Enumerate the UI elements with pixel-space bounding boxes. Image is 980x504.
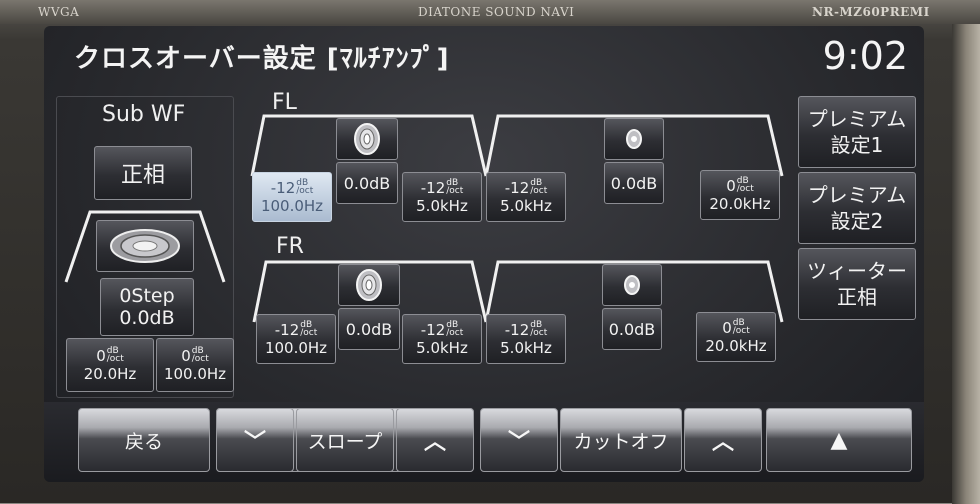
fl-woofer-hpf-unit-oct: /oct (296, 186, 314, 196)
fl-woofer-hpf-slope: -12 (270, 179, 296, 197)
premium1-line2: 設定1 (830, 133, 884, 157)
fl-woofer-hpf-button[interactable]: -12dB/oct 100.0Hz (252, 172, 332, 222)
fr-tweeter-lpf-button[interactable]: 0dB/oct 20.0kHz (696, 312, 776, 362)
fr-woofer-hpf-freq: 100.0Hz (264, 339, 328, 357)
fr-woofer-lpf-unit-oct: /oct (446, 328, 464, 338)
fr-tweeter-hpf-button[interactable]: -12dB/oct 5.0kHz (486, 314, 566, 364)
fl-woofer-lpf-unit-oct: /oct (446, 186, 464, 196)
fr-tweeter-lpf-unit-oct: /oct (732, 326, 750, 336)
subwoofer-icon (110, 229, 180, 263)
fl-woofer-lpf-slope: -12 (420, 179, 446, 197)
subwf-lpf-freq: 100.0Hz (163, 365, 227, 383)
fr-tweeter-hpf-unit-oct: /oct (530, 328, 548, 338)
fl-woofer-lpf-button[interactable]: -12dB/oct 5.0kHz (402, 172, 482, 222)
fl-tweeter-speaker-button[interactable] (604, 118, 664, 160)
back-button[interactable]: 戻る (78, 408, 210, 472)
tweeter-speaker-icon (626, 129, 642, 149)
chevron-up-icon: ︿ (711, 430, 734, 455)
tweeter-phase-line2: 正相 (837, 285, 877, 309)
tweeter-phase-button[interactable]: ツィーター 正相 (798, 248, 916, 320)
fr-woofer-lpf-freq: 5.0kHz (416, 339, 468, 357)
slope-up-button[interactable]: ︿ (396, 408, 474, 472)
subwf-level-db: 0.0dB (119, 307, 175, 329)
subwf-level-step: 0Step (119, 285, 175, 307)
fr-woofer-speaker-button[interactable] (338, 264, 400, 306)
tweeter-speaker-icon (624, 275, 640, 295)
triangle-up-icon: ▲ (830, 427, 848, 453)
subwf-level-button[interactable]: 0Step 0.0dB (100, 278, 194, 336)
subwf-lpf-unit-oct: /oct (191, 354, 209, 364)
fl-tweeter-hpf-unit-oct: /oct (530, 186, 548, 196)
premium2-line1: プレミアム (807, 183, 907, 207)
slope-label: スロープ (296, 408, 394, 472)
fr-woofer-gain-button[interactable]: 0.0dB (338, 308, 400, 350)
bezel-right-edge (952, 24, 980, 504)
woofer-speaker-icon (356, 269, 382, 301)
subwf-title: Sub WF (102, 102, 186, 127)
fr-tweeter-gain-button[interactable]: 0.0dB (602, 308, 662, 350)
subwf-hpf-button[interactable]: 0dB/oct 20.0Hz (66, 338, 154, 392)
subwf-hpf-slope: 0 (96, 347, 106, 365)
fl-tweeter-lpf-button[interactable]: 0dB/oct 20.0kHz (700, 170, 780, 220)
subwf-hpf-freq: 20.0Hz (83, 365, 137, 383)
cutoff-up-button[interactable]: ︿ (684, 408, 762, 472)
crossover-screen: クロスオーバー設定 [ﾏﾙﾁｱﾝﾌﾟ] 9:02 Sub WF 正相 0Step… (44, 26, 924, 482)
page-title: クロスオーバー設定 [ﾏﾙﾁｱﾝﾌﾟ] (74, 44, 450, 74)
cutoff-down-button[interactable]: ﹀ (480, 408, 558, 472)
slope-down-button[interactable]: ﹀ (216, 408, 294, 472)
fl-woofer-speaker-button[interactable] (336, 118, 398, 160)
tweeter-phase-line1: ツィーター (807, 259, 907, 283)
woofer-speaker-icon (354, 123, 380, 155)
fr-tweeter-lpf-freq: 20.0kHz (705, 337, 767, 355)
fr-tweeter-hpf-slope: -12 (504, 321, 530, 339)
fr-tweeter-speaker-button[interactable] (602, 264, 662, 306)
fr-tweeter-hpf-freq: 5.0kHz (500, 339, 552, 357)
fl-woofer-hpf-freq: 100.0Hz (260, 197, 324, 215)
premium-setting-1-button[interactable]: プレミアム 設定1 (798, 96, 916, 168)
fl-tweeter-lpf-freq: 20.0kHz (709, 195, 771, 213)
fr-woofer-hpf-slope: -12 (274, 321, 300, 339)
premium-setting-2-button[interactable]: プレミアム 設定2 (798, 172, 916, 244)
fl-tweeter-hpf-freq: 5.0kHz (500, 197, 552, 215)
subwf-lpf-slope: 0 (181, 347, 191, 365)
bezel-model-label: NR-MZ60PREMI (812, 5, 930, 19)
chevron-down-icon: ﹀ (507, 430, 530, 455)
fl-tweeter-lpf-slope: 0 (726, 177, 736, 195)
chevron-down-icon: ﹀ (243, 430, 266, 455)
chevron-up-icon: ︿ (423, 430, 446, 455)
fl-woofer-gain-button[interactable]: 0.0dB (336, 162, 398, 204)
fr-woofer-hpf-unit-oct: /oct (300, 328, 318, 338)
fr-tweeter-lpf-slope: 0 (722, 319, 732, 337)
subwf-hpf-unit-oct: /oct (106, 354, 124, 364)
scroll-up-button[interactable]: ▲ (766, 408, 912, 472)
fl-tweeter-lpf-unit-oct: /oct (736, 184, 754, 194)
fr-woofer-lpf-slope: -12 (420, 321, 446, 339)
fl-tweeter-hpf-slope: -12 (504, 179, 530, 197)
clock: 9:02 (822, 34, 908, 78)
fl-tweeter-gain-button[interactable]: 0.0dB (604, 162, 664, 204)
fr-woofer-lpf-button[interactable]: -12dB/oct 5.0kHz (402, 314, 482, 364)
bezel-brand-label: DIATONE SOUND NAVI (418, 5, 575, 19)
subwf-speaker-button[interactable] (96, 220, 194, 272)
fr-woofer-hpf-button[interactable]: -12dB/oct 100.0Hz (256, 314, 336, 364)
fl-tweeter-hpf-button[interactable]: -12dB/oct 5.0kHz (486, 172, 566, 222)
fl-woofer-lpf-freq: 5.0kHz (416, 197, 468, 215)
subwf-lpf-button[interactable]: 0dB/oct 100.0Hz (156, 338, 234, 392)
premium2-line2: 設定2 (830, 209, 884, 233)
bezel-resolution-label: WVGA (38, 5, 80, 19)
premium1-line1: プレミアム (807, 107, 907, 131)
subwf-phase-button[interactable]: 正相 (94, 146, 192, 200)
cutoff-label: カットオフ (560, 408, 682, 472)
